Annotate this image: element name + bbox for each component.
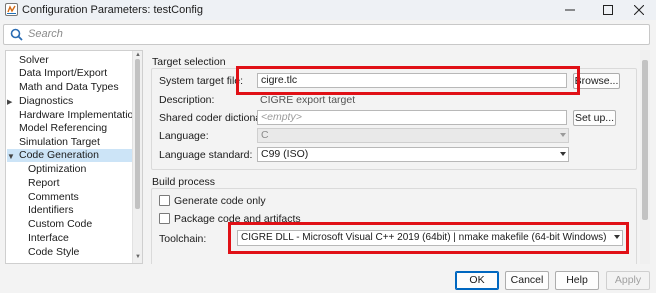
tree-item-diagnostics[interactable]: Diagnostics [7,95,134,108]
build-process-heading: Build process [152,176,216,188]
close-button[interactable] [622,0,656,20]
search-box[interactable]: Search [3,24,650,45]
tree-item-comments[interactable]: Comments [7,191,134,204]
ok-button[interactable]: OK [455,271,499,290]
tree-item-data-import-export[interactable]: Data Import/Export [7,67,134,80]
browse-button[interactable]: Browse... [573,73,620,89]
maximize-button[interactable] [591,0,625,20]
tree-item-model-referencing[interactable]: Model Referencing [7,122,134,135]
tree-item-simulation-target[interactable]: Simulation Target [7,136,134,149]
language-dropdown[interactable]: C [257,128,569,143]
target-selection-heading: Target selection [152,56,226,68]
window-title: Configuration Parameters: testConfig [22,4,203,16]
package-code-checkbox[interactable] [159,213,170,224]
chevron-down-icon [560,133,566,137]
system-target-file-label: System target file: [159,75,244,87]
minimize-button[interactable] [553,0,587,20]
maximize-icon [603,5,613,15]
language-standard-value: C99 (ISO) [261,148,309,160]
scroll-down-icon[interactable]: ▼ [135,254,141,260]
generate-code-only-label: Generate code only [174,195,266,207]
close-icon [634,5,644,15]
cancel-button[interactable]: Cancel [505,271,549,290]
tree-item-hardware-implementation[interactable]: Hardware Implementation [7,109,139,122]
tree-scrollbar[interactable]: ▲ ▼ [132,51,142,263]
minimize-icon [565,9,575,11]
description-label: Description: [159,94,215,106]
panel-scrollbar[interactable] [640,50,650,264]
tree-item-label: Code Generation [19,149,99,161]
tree-item-custom-code[interactable]: Custom Code [7,218,134,231]
chevron-down-icon [560,152,566,156]
tree-item-optimization[interactable]: Optimization [7,163,134,176]
highlight-box-toolchain [228,222,629,254]
toolchain-label: Toolchain: [159,233,207,245]
tree-item-interface[interactable]: Interface [7,232,134,245]
scroll-up-icon[interactable]: ▲ [135,52,141,58]
language-standard-dropdown[interactable]: C99 (ISO) [257,147,569,162]
panel-scroll-thumb[interactable] [642,60,648,220]
generate-code-only-checkbox[interactable] [159,195,170,206]
shared-dictionary-label: Shared coder dictionary: [159,112,273,124]
tree-item-report[interactable]: Report [7,177,134,190]
shared-dictionary-input[interactable]: <empty> [257,110,567,125]
highlight-box-target-file [236,66,580,95]
setup-button[interactable]: Set up... [573,110,616,126]
tree-scroll-thumb[interactable] [135,59,140,209]
search-input[interactable]: Search [28,28,63,40]
description-value: CIGRE export target [260,94,356,106]
language-standard-label: Language standard: [159,149,253,161]
tree-item-code-generation[interactable]: Code Generation [7,149,134,162]
language-value: C [261,129,269,141]
apply-button[interactable]: Apply [606,271,650,290]
title-bar: Configuration Parameters: testConfig [0,0,656,20]
settings-panel: Target selection System target file: cig… [149,50,639,264]
help-button[interactable]: Help [555,271,599,290]
search-icon [10,28,23,41]
simulink-app-icon [5,3,18,16]
tree-item-math-data-types[interactable]: Math and Data Types [7,81,134,94]
language-label: Language: [159,130,209,142]
tree-item-identifiers[interactable]: Identifiers [7,204,134,217]
collapse-caret-icon[interactable]: ▼ [7,152,15,161]
tree-item-code-style[interactable]: Code Style [7,246,134,259]
category-tree[interactable]: Solver Data Import/Export Math and Data … [5,50,143,264]
tree-item-solver[interactable]: Solver [7,54,134,67]
